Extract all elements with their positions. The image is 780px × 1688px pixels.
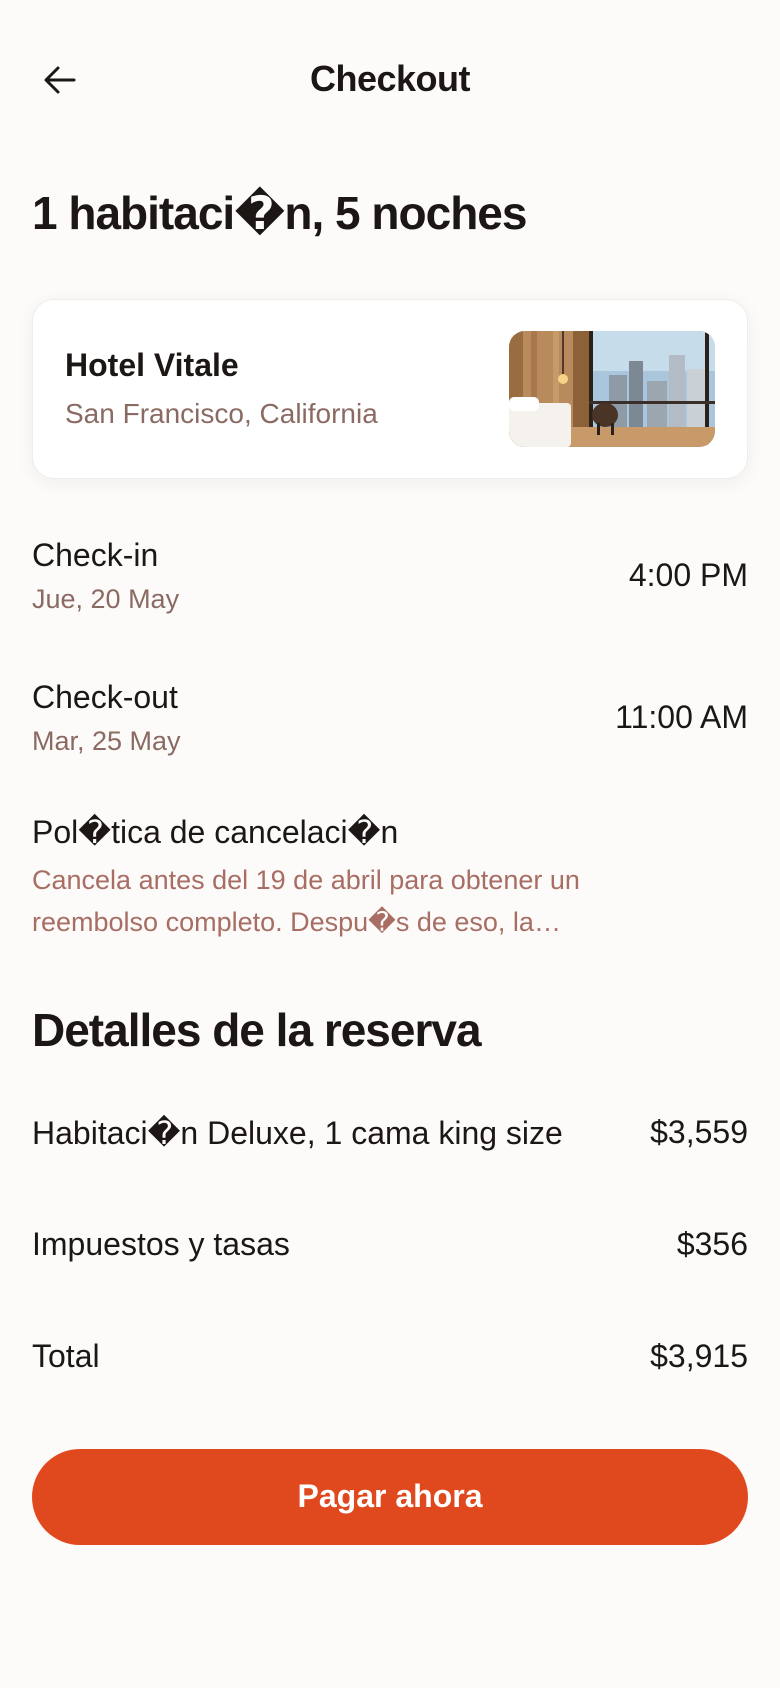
- top-bar: Checkout: [32, 0, 748, 162]
- price-label: Total: [32, 1338, 100, 1375]
- price-row-total: Total $3,915: [32, 1337, 748, 1377]
- price-row-room: Habitaci�n Deluxe, 1 cama king size $3,5…: [32, 1113, 748, 1153]
- price-value: $3,915: [650, 1338, 748, 1375]
- checkout-screen: Checkout 1 habitaci�n, 5 noches Hotel Vi…: [0, 0, 780, 1688]
- check-in-date: Jue, 20 May: [32, 583, 180, 614]
- pay-now-button[interactable]: Pagar ahora: [32, 1448, 748, 1545]
- check-out-row: Check-out Mar, 25 May 11:00 AM: [32, 679, 748, 757]
- hotel-card[interactable]: Hotel Vitale San Francisco, California: [32, 298, 748, 479]
- hotel-photo: [509, 330, 715, 447]
- cancellation-policy[interactable]: Pol�tica de cancelaci�n Cancela antes de…: [32, 813, 748, 943]
- check-out-time: 11:00 AM: [615, 699, 748, 736]
- hotel-info: Hotel Vitale San Francisco, California: [65, 347, 378, 430]
- price-label: Habitaci�n Deluxe, 1 cama king size: [32, 1114, 563, 1151]
- check-in-row: Check-in Jue, 20 May 4:00 PM: [32, 537, 748, 615]
- booking-summary-title: 1 habitaci�n, 5 noches: [32, 187, 527, 239]
- check-in-time: 4:00 PM: [628, 557, 748, 594]
- price-value: $356: [676, 1226, 748, 1263]
- price-row-taxes: Impuestos y tasas $356: [32, 1225, 748, 1265]
- price-label: Impuestos y tasas: [32, 1226, 290, 1263]
- hotel-location: San Francisco, California: [65, 398, 378, 430]
- price-value: $3,559: [650, 1114, 748, 1151]
- cancellation-policy-title: Pol�tica de cancelaci�n: [32, 813, 399, 850]
- check-in-label: Check-in: [32, 536, 159, 573]
- check-out-label: Check-out: [32, 678, 178, 715]
- check-out-date: Mar, 25 May: [32, 725, 181, 756]
- cancellation-policy-text: Cancela antes del 19 de abril para obten…: [32, 864, 580, 937]
- hotel-name: Hotel Vitale: [65, 347, 239, 384]
- booking-details-title: Detalles de la reserva: [32, 1003, 482, 1056]
- page-title: Checkout: [309, 58, 471, 99]
